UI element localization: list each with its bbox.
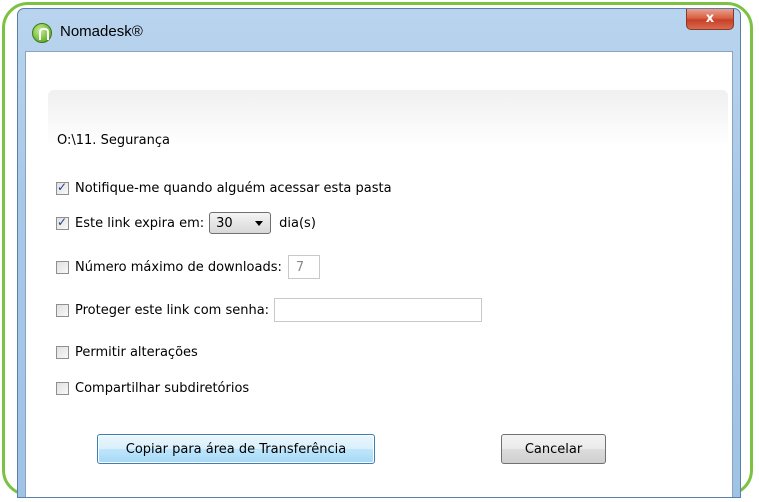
dialog-window: Nomadesk® x O:\11. Segurança Notifique-m… xyxy=(17,8,741,498)
expire-days-value: 30 xyxy=(216,215,233,231)
copy-to-clipboard-button[interactable]: Copiar para área de Transferência xyxy=(97,434,375,464)
cancel-button[interactable]: Cancelar xyxy=(501,434,606,464)
password-option: Proteger este link com senha: xyxy=(56,298,483,322)
notify-option[interactable]: Notifique-me quando alguém acessar esta … xyxy=(56,178,392,198)
nomadesk-app-icon xyxy=(32,23,52,43)
allow-changes-checkbox[interactable] xyxy=(56,345,69,359)
share-subdirs-label[interactable]: Compartilhar subdiretórios xyxy=(75,381,249,396)
folder-path: O:\11. Segurança xyxy=(57,133,170,148)
max-downloads-option: Número máximo de downloads: 7 xyxy=(56,255,320,279)
password-label[interactable]: Proteger este link com senha: xyxy=(75,303,269,318)
dialog-client-area: O:\11. Segurança Notifique-me quando alg… xyxy=(25,51,733,497)
window-title: Nomadesk® xyxy=(60,23,143,40)
expire-days-suffix: dia(s) xyxy=(279,215,316,231)
allow-changes-option[interactable]: Permitir alterações xyxy=(56,342,198,362)
max-downloads-checkbox[interactable] xyxy=(56,260,69,274)
expire-checkbox[interactable] xyxy=(56,215,69,230)
share-subdirs-checkbox[interactable] xyxy=(56,381,69,395)
notify-checkbox[interactable] xyxy=(56,180,69,195)
expire-days-select[interactable]: 30 xyxy=(209,212,272,234)
title-bar[interactable]: Nomadesk® x xyxy=(18,9,740,51)
expire-label[interactable]: Este link expira em: xyxy=(75,216,204,231)
max-downloads-label[interactable]: Número máximo de downloads: xyxy=(75,260,282,275)
share-subdirs-option[interactable]: Compartilhar subdiretórios xyxy=(56,378,249,398)
close-button[interactable]: x xyxy=(686,9,734,30)
password-input[interactable] xyxy=(274,298,483,322)
max-downloads-input[interactable]: 7 xyxy=(287,255,320,279)
expire-option: Este link expira em: 30 dia(s) xyxy=(56,212,316,234)
dropdown-arrow-icon xyxy=(255,221,264,226)
password-checkbox[interactable] xyxy=(56,303,69,317)
notify-label[interactable]: Notifique-me quando alguém acessar esta … xyxy=(75,181,392,196)
allow-changes-label[interactable]: Permitir alterações xyxy=(75,345,198,360)
